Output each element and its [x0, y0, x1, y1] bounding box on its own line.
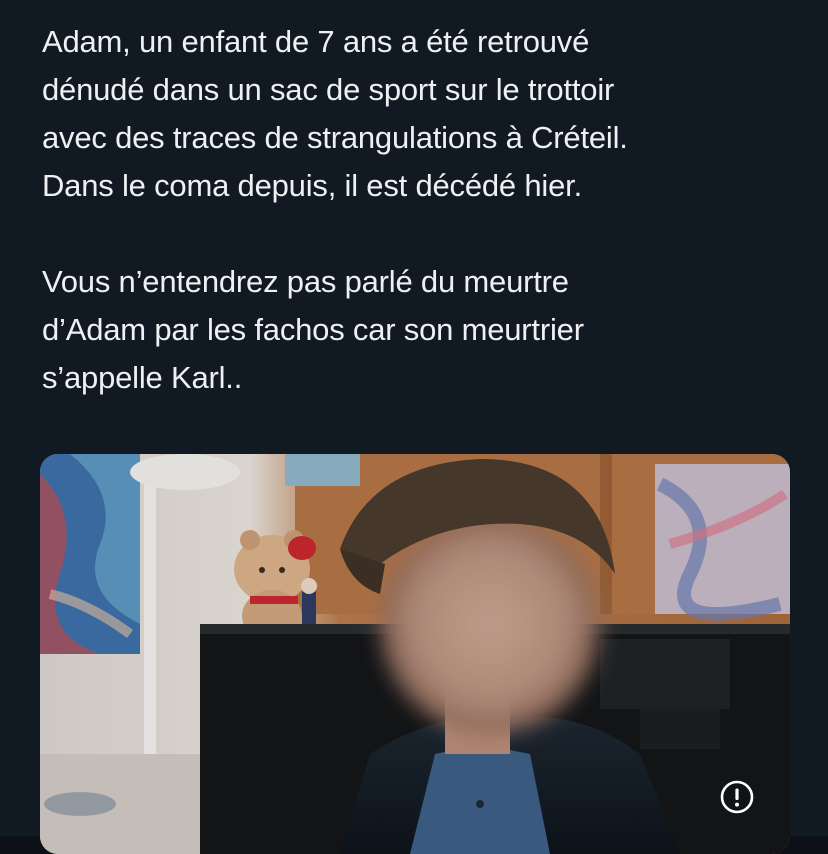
tweet-line: Vous n’entendrez pas parlé du meurtre: [42, 264, 569, 299]
tweet-text: Adam, un enfant de 7 ans a été retrouvé …: [42, 18, 782, 402]
alert-circle-icon[interactable]: [720, 780, 754, 814]
tweet-paragraph-1: Adam, un enfant de 7 ans a été retrouvé …: [42, 18, 782, 210]
tweet-line: s’appelle Karl..: [42, 360, 243, 395]
tweet-line: Adam, un enfant de 7 ans a été retrouvé: [42, 24, 590, 59]
tweet-line: Dans le coma depuis, il est décédé hier.: [42, 168, 582, 203]
photo-illustration: [40, 454, 790, 854]
tweet-line: dénudé dans un sac de sport sur le trott…: [42, 72, 615, 107]
tweet-line: avec des traces de strangulations à Crét…: [42, 120, 628, 155]
tweet-paragraph-2: Vous n’entendrez pas parlé du meurtre d’…: [42, 258, 782, 402]
tweet-media-photo[interactable]: [40, 454, 790, 854]
tweet-line: d’Adam par les fachos car son meurtrier: [42, 312, 584, 347]
